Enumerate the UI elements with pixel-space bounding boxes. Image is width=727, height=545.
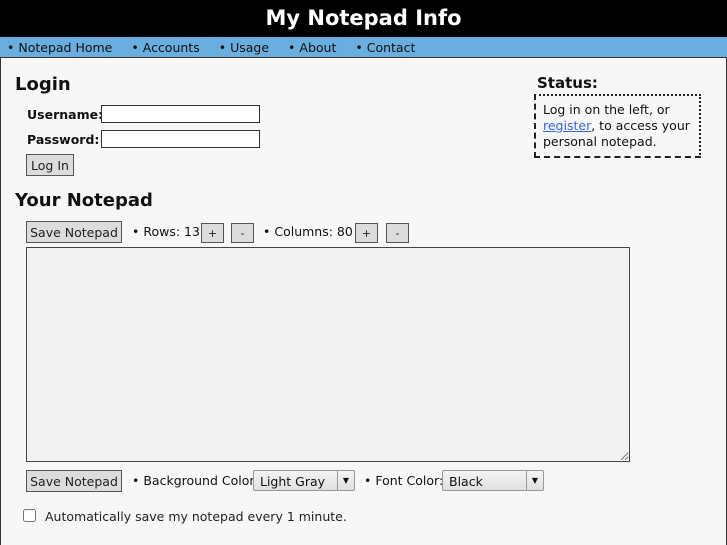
- username-input[interactable]: [101, 105, 260, 123]
- save-notepad-button-bottom[interactable]: Save Notepad: [26, 470, 122, 492]
- nav-usage[interactable]: Usage: [219, 40, 269, 55]
- login-button[interactable]: Log In: [26, 154, 74, 176]
- chevron-down-icon: ▼: [337, 471, 354, 490]
- login-heading: Login: [15, 74, 71, 95]
- background-color-value: Light Gray: [260, 474, 326, 489]
- nav-contact[interactable]: Contact: [355, 40, 416, 55]
- status-text: Log in on the left, or: [543, 102, 670, 117]
- site-title: My Notepad Info: [0, 0, 727, 37]
- nav-about[interactable]: About: [288, 40, 336, 55]
- status-heading: Status:: [537, 74, 598, 92]
- font-color-value: Black: [449, 474, 483, 489]
- columns-decrease-button[interactable]: -: [386, 223, 409, 243]
- background-color-label: • Background Color:: [132, 473, 259, 488]
- autosave-label: Automatically save my notepad every 1 mi…: [45, 509, 347, 524]
- nav-bar: Notepad Home Accounts Usage About Contac…: [0, 37, 727, 58]
- chevron-down-icon: ▼: [526, 471, 543, 490]
- font-color-label: • Font Color:: [364, 473, 444, 488]
- save-notepad-button-top[interactable]: Save Notepad: [26, 221, 122, 243]
- notepad-textarea[interactable]: [26, 247, 630, 462]
- columns-increase-button[interactable]: +: [355, 223, 378, 243]
- nav-notepad-home[interactable]: Notepad Home: [7, 40, 112, 55]
- password-label: Password:: [27, 132, 100, 147]
- autosave-checkbox[interactable]: [23, 509, 36, 522]
- nav-accounts[interactable]: Accounts: [131, 40, 200, 55]
- background-color-select[interactable]: Light Gray ▼: [253, 470, 355, 491]
- font-color-select[interactable]: Black ▼: [442, 470, 544, 491]
- username-label: Username:: [27, 107, 104, 122]
- notepad-heading: Your Notepad: [15, 190, 153, 211]
- rows-decrease-button[interactable]: -: [231, 223, 254, 243]
- main-content: Login Username: Password: Log In Status:…: [0, 58, 727, 545]
- status-box: Log in on the left, or register, to acce…: [534, 94, 701, 158]
- password-input[interactable]: [101, 130, 260, 148]
- rows-increase-button[interactable]: +: [201, 223, 224, 243]
- rows-label: • Rows: 13: [132, 224, 200, 239]
- register-link[interactable]: register: [543, 118, 591, 133]
- columns-label: • Columns: 80: [263, 224, 353, 239]
